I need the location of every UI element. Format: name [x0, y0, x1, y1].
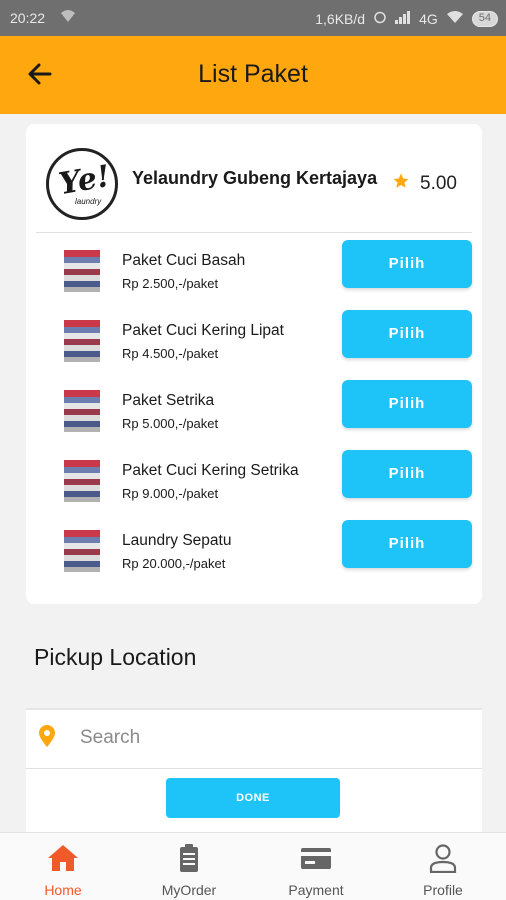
nav-label: Payment	[288, 882, 344, 898]
store-rating: 5.00	[392, 172, 457, 196]
nav-home[interactable]: Home	[0, 833, 126, 900]
card-icon	[300, 843, 332, 873]
signal-icon	[395, 10, 411, 27]
status-time: 20:22	[10, 10, 46, 26]
nav-label: Profile	[423, 882, 463, 898]
laundry-clothes-icon	[62, 250, 102, 292]
pickup-panel: DONE	[26, 708, 482, 832]
app-bar: List Paket	[0, 36, 506, 114]
nav-profile[interactable]: Profile	[380, 833, 506, 900]
divider	[26, 768, 482, 769]
wifi-icon	[446, 10, 464, 27]
package-name: Paket Cuci Kering Lipat	[122, 322, 284, 339]
wifi-icon	[60, 9, 76, 26]
network-type: 4G	[419, 10, 438, 27]
nav-label: Home	[44, 882, 82, 898]
pilih-button[interactable]: Pilih	[342, 450, 472, 498]
person-icon	[427, 843, 459, 874]
rating-value: 5.00	[420, 173, 457, 194]
package-price: Rp 4.500,-/paket	[122, 346, 219, 361]
package-price: Rp 9.000,-/paket	[122, 486, 219, 501]
package-name: Paket Cuci Kering Setrika	[122, 462, 299, 479]
store-name: Yelaundry Gubeng Kertajaya	[132, 168, 378, 188]
home-icon	[47, 843, 79, 873]
package-price: Rp 20.000,-/paket	[122, 556, 226, 571]
pilih-button[interactable]: Pilih	[342, 310, 472, 358]
divider	[36, 232, 472, 233]
divider	[26, 708, 482, 710]
nav-payment[interactable]: Payment	[253, 833, 379, 900]
location-pin-icon	[38, 724, 56, 748]
list-item: Laundry Sepatu Rp 20.000,-/paket Pilih	[26, 520, 482, 600]
network-speed: 1,6KB/d	[315, 10, 366, 27]
laundry-clothes-icon	[62, 390, 102, 432]
page-title: List Paket	[198, 60, 308, 88]
nav-label: MyOrder	[161, 882, 217, 898]
laundry-clothes-icon	[62, 460, 102, 502]
pilih-button[interactable]: Pilih	[342, 380, 472, 428]
laundry-clothes-icon	[62, 530, 102, 572]
package-name: Paket Cuci Basah	[122, 252, 246, 269]
store-logo: Ye! laundry	[46, 148, 118, 220]
bottom-navigation: Home MyOrder Payment Profile	[0, 832, 506, 900]
battery-indicator: 54	[471, 10, 498, 27]
logo-subtext: laundry	[75, 197, 102, 206]
package-price: Rp 2.500,-/paket	[122, 276, 219, 291]
search-input[interactable]	[80, 724, 460, 752]
package-card: Ye! laundry Yelaundry Gubeng Kertajaya 5…	[26, 124, 482, 604]
pilih-button[interactable]: Pilih	[342, 240, 472, 288]
package-price: Rp 5.000,-/paket	[122, 416, 219, 431]
clipboard-icon	[173, 843, 205, 873]
nav-myorder[interactable]: MyOrder	[126, 833, 252, 900]
package-name: Paket Setrika	[122, 392, 215, 409]
star-icon	[392, 172, 410, 196]
alarm-icon	[373, 10, 387, 27]
package-name: Laundry Sepatu	[122, 532, 232, 549]
pilih-button[interactable]: Pilih	[342, 520, 472, 568]
pickup-location-title: Pickup Location	[34, 644, 197, 670]
laundry-clothes-icon	[62, 320, 102, 362]
done-button[interactable]: DONE	[166, 778, 340, 818]
status-bar: 20:22 1,6KB/d 4G 54	[0, 0, 506, 36]
logo-text: Ye!	[56, 158, 113, 203]
